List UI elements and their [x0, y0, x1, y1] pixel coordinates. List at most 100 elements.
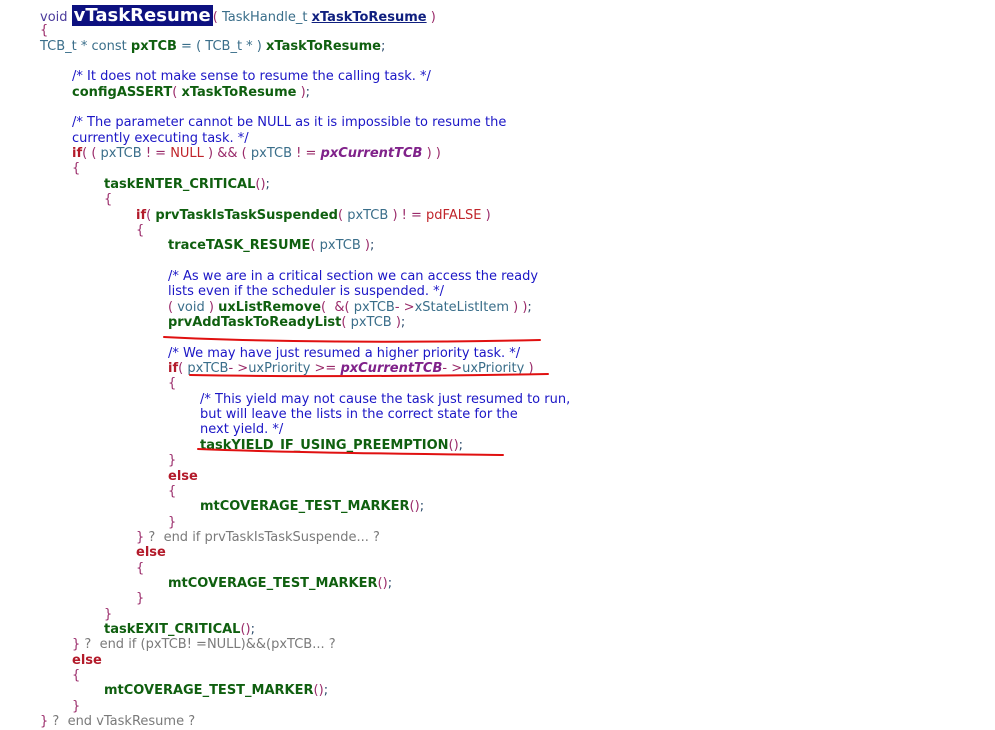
code-token-bold: xTaskToResume [266, 39, 382, 54]
code-token-ctl: else [168, 469, 198, 484]
code-line: { [168, 376, 176, 392]
code-token-bold: mtCOVERAGE_TEST_MARKER [168, 576, 378, 591]
code-line: TCB_t * const pxTCB = ( TCB_t * ) xTaskT… [40, 39, 385, 55]
code-line: if( prvTaskIsTaskSuspended( pxTCB ) ! = … [136, 208, 491, 224]
code-token-plain: TaskHandle_t [221, 10, 312, 25]
code-token-paren: } [72, 637, 85, 652]
code-token-paren: ( [337, 208, 348, 223]
code-line: { [104, 192, 112, 208]
code-token-bold: mtCOVERAGE_TEST_MARKER [104, 683, 314, 698]
code-token-paren: { [136, 223, 145, 238]
code-token-punct: ; [381, 39, 386, 54]
code-token-op: ! = [296, 146, 321, 161]
code-line: prvAddTaskToReadyList( pxTCB ); [168, 315, 405, 331]
code-token-op: - > [442, 361, 463, 376]
code-token-bold: configASSERT [72, 85, 173, 100]
code-line: } ? end if (pxTCB! =NULL)&&(pxTCB... ? [72, 637, 336, 653]
code-token-punct: ; [250, 622, 256, 637]
code-token-param: xTaskToResume [311, 10, 427, 25]
code-line: lists even if the scheduler is suspended… [168, 284, 444, 300]
code-token-paren: ) ) [422, 146, 441, 161]
code-token-memb: uxPriority [248, 361, 315, 376]
code-token-paren: ) [426, 10, 436, 25]
code-token-gvar: pxCurrentTCB [340, 361, 443, 376]
code-line: { [40, 23, 48, 39]
code-token-ctl: if [136, 208, 147, 223]
code-line: { [72, 161, 80, 177]
code-token-paren: ( [310, 238, 320, 253]
code-line: taskYIELD_IF_USING_PREEMPTION(); [200, 438, 463, 454]
code-token-com: /* We may have just resumed a higher pri… [168, 346, 521, 361]
code-token-com: /* It does not make sense to resume the … [72, 69, 431, 84]
code-token-paren: ) [392, 208, 402, 223]
code-token-bold: taskENTER_CRITICAL [104, 177, 256, 192]
code-line: else [136, 545, 166, 561]
code-token-ctl: if [168, 361, 179, 376]
code-line: else [72, 653, 102, 669]
code-line: /* We may have just resumed a higher pri… [168, 346, 520, 362]
code-token-nul: pdFALSE [426, 208, 482, 223]
code-token-plain: = ( TCB_t * ) [176, 39, 267, 54]
code-line: ( void ) uxListRemove( &( pxTCB- >xState… [168, 300, 532, 316]
code-token-plain: pxTCB [319, 238, 365, 253]
code-token-op: - > [394, 300, 415, 315]
code-line: taskEXIT_CRITICAL(); [104, 622, 255, 638]
code-token-punct: ; [419, 499, 425, 514]
code-token-paren: () [240, 622, 251, 637]
code-line: void vTaskResume( TaskHandle_t xTaskToRe… [40, 5, 436, 26]
code-token-paren: { [104, 192, 113, 207]
code-line: { [136, 223, 144, 239]
code-line: next yield. */ [200, 422, 283, 438]
code-token-ctl: else [136, 545, 166, 560]
code-token-paren: ( [168, 300, 178, 315]
code-token-paren: ( [178, 361, 188, 376]
code-token-bold: pxTCB [130, 39, 177, 54]
code-token-paren: } [72, 699, 81, 714]
code-line: } [168, 515, 176, 531]
code-token-plain: pxTCB [100, 146, 146, 161]
code-line: mtCOVERAGE_TEST_MARKER(); [200, 499, 424, 515]
code-line: } [168, 453, 176, 469]
code-token-paren: ) [481, 208, 491, 223]
code-token-paren: { [72, 161, 81, 176]
code-token-bold: traceTASK_RESUME [168, 238, 311, 253]
code-line: { [136, 561, 144, 577]
code-token-bold: prvTaskIsTaskSuspended [155, 208, 338, 223]
code-token-paren: () [313, 683, 324, 698]
code-token-memb: xStateListItem [414, 300, 509, 315]
code-token-punct: ; [305, 85, 311, 100]
code-line: } ? end vTaskResume ? [40, 714, 195, 730]
code-token-nul: NULL [170, 146, 204, 161]
code-token-fold[interactable]: ? end if prvTaskIsTaskSuspende... ? [148, 530, 380, 545]
code-line: but will leave the lists in the correct … [200, 407, 518, 423]
code-token-paren: ) [208, 300, 219, 315]
code-token-plain: TCB_t * const [40, 39, 131, 54]
code-token-op: ! = [401, 208, 427, 223]
code-token-paren: { [168, 376, 177, 391]
code-line: currently executing task. */ [72, 131, 249, 147]
code-line: } [136, 591, 144, 607]
code-token-bold: prvAddTaskToReadyList [168, 315, 342, 330]
code-editor[interactable]: void vTaskResume( TaskHandle_t xTaskToRe… [0, 0, 995, 729]
code-token-fold[interactable]: ? end if (pxTCB! =NULL)&&(pxTCB... ? [84, 637, 335, 652]
code-line: /* As we are in a critical section we ca… [168, 269, 538, 285]
code-token-paren: () [448, 438, 459, 453]
code-token-paren: } [136, 530, 149, 545]
code-token-com: currently executing task. */ [72, 131, 249, 146]
code-line: } [72, 699, 80, 715]
code-token-paren: ( [341, 315, 351, 330]
code-line: { [72, 668, 80, 684]
code-token-paren: ) && ( [203, 146, 251, 161]
code-token-paren: { [168, 484, 177, 499]
code-token-paren: () [377, 576, 388, 591]
code-token-func: vTaskResume [71, 5, 213, 26]
code-line: } [104, 607, 112, 623]
code-token-plain: pxTCB [353, 300, 395, 315]
code-line: /* The parameter cannot be NULL as it is… [72, 115, 506, 131]
code-token-op: - > [228, 361, 249, 376]
code-token-paren: ) ) [508, 300, 528, 315]
code-token-paren: } [168, 453, 177, 468]
code-token-bold: mtCOVERAGE_TEST_MARKER [200, 499, 410, 514]
code-token-paren: { [72, 668, 81, 683]
code-token-punct: ; [265, 177, 270, 192]
